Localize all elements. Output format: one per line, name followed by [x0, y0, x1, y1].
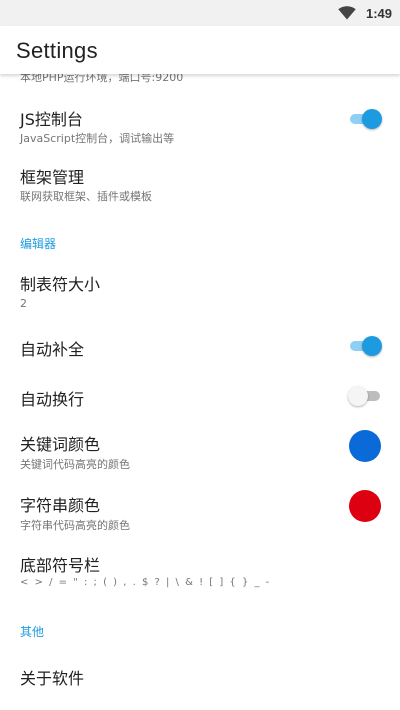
- js-console-switch[interactable]: [348, 109, 382, 129]
- word-wrap-switch[interactable]: [348, 386, 382, 406]
- pref-summary: 字符串代码高亮的颜色: [20, 519, 130, 532]
- pref-summary: JavaScript控制台，调试输出等: [20, 132, 175, 145]
- php-server-summary: 本地PHP运行环境，端口号:9200: [20, 74, 184, 84]
- pref-about[interactable]: 关于软件: [0, 648, 400, 704]
- pref-tab-size[interactable]: 制表符大小 2: [0, 259, 400, 323]
- pref-title: JS控制台: [20, 110, 83, 129]
- pref-string-color[interactable]: 字符串颜色 字符串代码高亮的颜色: [0, 483, 400, 543]
- pref-title: 制表符大小: [20, 275, 101, 294]
- page-title: Settings: [16, 38, 98, 63]
- pref-word-wrap[interactable]: 自动换行: [0, 373, 400, 423]
- pref-title: 关于软件: [20, 669, 85, 688]
- pref-title: 关键词颜色: [20, 435, 101, 454]
- auto-complete-switch[interactable]: [348, 336, 382, 356]
- pref-summary: 2: [20, 297, 27, 310]
- settings-list[interactable]: 本地PHP运行环境，端口号:9200 JS控制台 JavaScript控制台，调…: [0, 74, 400, 710]
- string-color-swatch[interactable]: [349, 490, 381, 522]
- switch-thumb[interactable]: [348, 386, 368, 406]
- app-bar: Settings: [0, 26, 400, 74]
- switch-thumb[interactable]: [362, 336, 382, 356]
- pref-title: 字符串颜色: [20, 496, 101, 515]
- pref-title: 框架管理: [20, 168, 85, 187]
- pref-framework[interactable]: 框架管理 联网获取框架、插件或模板: [0, 154, 400, 214]
- pref-title: 底部符号栏: [20, 556, 101, 575]
- pref-title: 自动换行: [20, 390, 85, 409]
- pref-js-console[interactable]: JS控制台 JavaScript控制台，调试输出等: [0, 96, 400, 154]
- pref-title: 自动补全: [20, 340, 85, 359]
- wifi-icon: [338, 6, 356, 20]
- pref-summary: 关键词代码高亮的颜色: [20, 458, 130, 471]
- status-time: 1:49: [365, 5, 392, 21]
- category-editor: 编辑器: [20, 237, 57, 251]
- pref-summary: 联网获取框架、插件或模板: [20, 190, 152, 203]
- pref-summary: < > / = " : ; ( ) , . $ ? | \ & ! [ ] { …: [20, 577, 271, 588]
- pref-keyword-color[interactable]: 关键词颜色 关键词代码高亮的颜色: [0, 423, 400, 483]
- keyword-color-swatch[interactable]: [349, 430, 381, 462]
- category-other: 其他: [20, 625, 45, 639]
- status-bar: 1:49: [0, 0, 400, 26]
- pref-symbol-bar[interactable]: 底部符号栏 < > / = " : ; ( ) , . $ ? | \ & ! …: [0, 543, 400, 609]
- switch-thumb[interactable]: [362, 109, 382, 129]
- pref-auto-complete[interactable]: 自动补全: [0, 323, 400, 373]
